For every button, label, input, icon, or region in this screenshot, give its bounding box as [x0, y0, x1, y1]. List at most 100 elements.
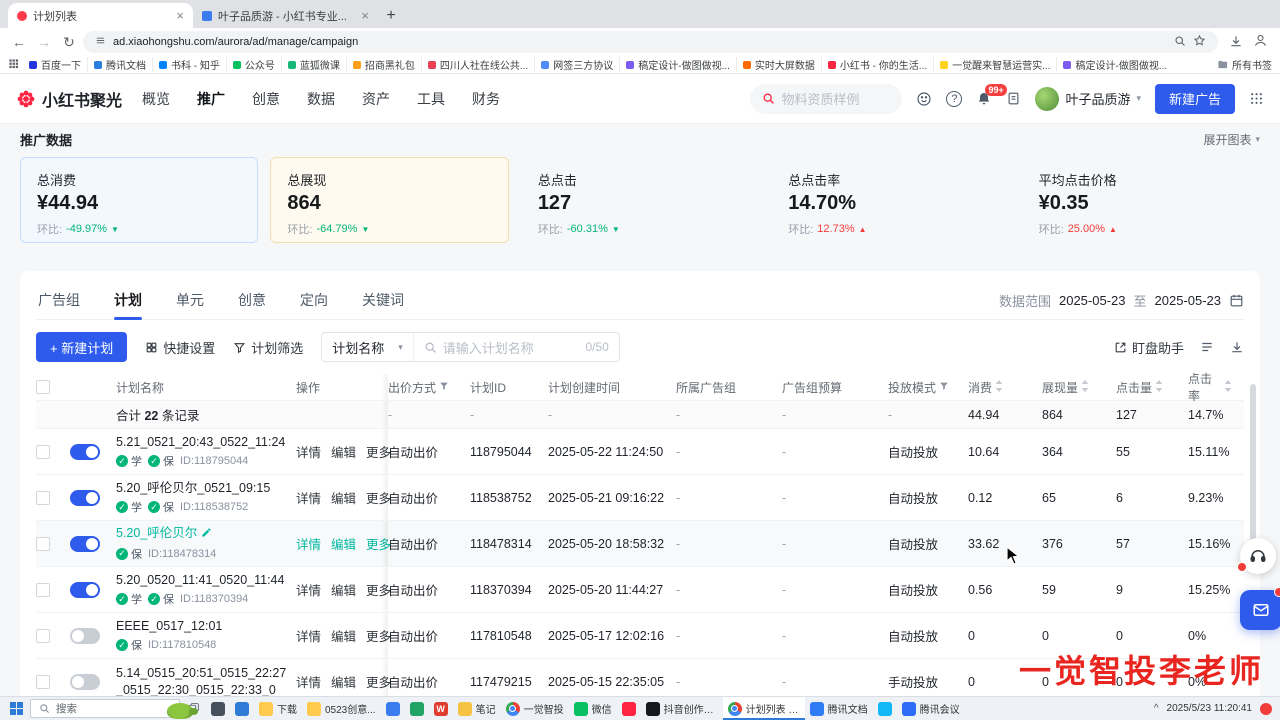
stat-card[interactable]: 总点击127环比:-60.31%▼ — [521, 157, 759, 243]
manage-tab[interactable]: 单元 — [174, 281, 206, 319]
sort-icon[interactable] — [995, 380, 1003, 395]
select-all-checkbox[interactable] — [36, 380, 50, 394]
stat-card[interactable]: 总点击率14.70%环比:12.73%▲ — [771, 157, 1009, 243]
action-link[interactable]: 详情 — [296, 626, 321, 645]
nav-item[interactable]: 数据 — [307, 89, 335, 109]
browser-tab-active[interactable]: 计划列表 × — [8, 3, 193, 28]
refresh-icon[interactable]: ↻ — [58, 34, 80, 51]
filter-icon[interactable] — [939, 380, 949, 394]
action-link[interactable]: 更多 — [366, 442, 391, 461]
taskbar-item[interactable] — [230, 697, 254, 720]
action-link[interactable]: 编辑 — [331, 626, 356, 645]
help-icon[interactable]: ? — [946, 91, 962, 107]
taskbar-item[interactable]: W — [429, 697, 453, 720]
apps-grid-icon[interactable] — [8, 58, 19, 72]
tab-close-icon[interactable]: × — [176, 9, 184, 22]
calendar-icon[interactable] — [1229, 293, 1244, 308]
nav-item[interactable]: 创意 — [252, 89, 280, 109]
sort-icon[interactable] — [1081, 380, 1089, 395]
sort-icon[interactable] — [1155, 380, 1163, 395]
download-icon[interactable] — [1230, 340, 1244, 354]
account-menu[interactable]: 叶子品质游 ▾ — [1035, 87, 1141, 111]
apps-menu-icon[interactable] — [1249, 91, 1264, 106]
header-search-input[interactable]: 物料资质样例 — [750, 84, 902, 114]
taskbar-item[interactable]: 腾讯文档 — [805, 697, 873, 720]
start-button[interactable] — [2, 697, 30, 720]
list-view-icon[interactable] — [1200, 340, 1214, 354]
new-plan-button[interactable]: + 新建计划 — [36, 332, 127, 362]
bookmark-item[interactable]: 百度一下 — [23, 57, 87, 72]
taskbar-item[interactable]: 笔记 — [453, 697, 501, 720]
manage-tab[interactable]: 计划 — [112, 281, 144, 319]
new-tab-button[interactable]: + — [378, 3, 404, 28]
browser-tab-inactive[interactable]: 叶子品质游 - 小红书专业... × — [193, 3, 378, 28]
taskbar-item[interactable] — [206, 697, 230, 720]
bookmark-item[interactable]: 公众号 — [226, 57, 281, 72]
taskbar-search[interactable]: 搜索 — [30, 699, 180, 718]
action-link[interactable]: 详情 — [296, 534, 321, 553]
new-ad-button[interactable]: 新建广告 — [1155, 84, 1235, 114]
taskbar-item[interactable]: 抖音创作者... — [641, 697, 723, 720]
address-bar[interactable]: ad.xiaohongshu.com/aurora/ad/manage/camp… — [83, 31, 1218, 53]
row-toggle[interactable] — [70, 628, 100, 644]
tab-close-icon[interactable]: × — [361, 9, 369, 22]
action-link[interactable]: 编辑 — [331, 580, 356, 599]
quick-settings-button[interactable]: 快捷设置 — [145, 338, 215, 357]
row-toggle[interactable] — [70, 674, 100, 690]
bookmark-item[interactable]: 招商黑礼包 — [346, 57, 421, 72]
bookmark-item[interactable]: 网签三方协议 — [534, 57, 619, 72]
manage-tab[interactable]: 创意 — [236, 281, 268, 319]
stat-card[interactable]: 总展现864环比:-64.79%▼ — [270, 157, 508, 243]
bookmark-item[interactable]: 一觉醒来智慧运营实... — [933, 57, 1056, 72]
bookmark-item[interactable]: 实时大屏数据 — [736, 57, 821, 72]
table-scrollbar[interactable] — [1250, 384, 1256, 564]
action-link[interactable]: 详情 — [296, 488, 321, 507]
expand-chart-button[interactable]: 展开图表 ▾ — [1203, 131, 1260, 148]
taskbar-item[interactable]: 0523创意... — [302, 697, 381, 720]
taskbar-item[interactable] — [873, 697, 897, 720]
action-link[interactable]: 编辑 — [331, 672, 356, 691]
all-bookmarks-button[interactable]: 所有书签 — [1217, 57, 1272, 72]
action-link[interactable]: 详情 — [296, 580, 321, 599]
back-icon[interactable]: ← — [8, 34, 30, 50]
bookmark-item[interactable]: 四川人社在线公共... — [421, 57, 534, 72]
monitor-assistant-button[interactable]: 盯盘助手 — [1114, 338, 1184, 357]
manage-tab[interactable]: 定向 — [298, 281, 330, 319]
taskbar-item[interactable]: 计划列表 - ... — [723, 697, 805, 720]
app-logo[interactable]: 小红书聚光 — [16, 87, 122, 111]
taskbar-clock[interactable]: 2025/5/23 11:20:41 — [1167, 703, 1252, 714]
nav-item[interactable]: 推广 — [197, 89, 225, 109]
stat-card[interactable]: 平均点击价格¥0.35环比:25.00%▲ — [1022, 157, 1260, 243]
nav-item[interactable]: 资产 — [362, 89, 390, 109]
nav-item[interactable]: 工具 — [417, 89, 445, 109]
plan-search-input[interactable]: 请输入计划名称 0/50 — [414, 338, 619, 357]
row-checkbox[interactable] — [36, 445, 50, 459]
nav-item[interactable]: 财务 — [472, 89, 500, 109]
bookmark-item[interactable]: 蓝狐微课 — [281, 57, 346, 72]
message-center-button[interactable] — [1240, 590, 1280, 630]
profile-icon[interactable] — [1253, 33, 1268, 51]
action-link[interactable]: 编辑 — [331, 534, 356, 553]
row-checkbox[interactable] — [36, 629, 50, 643]
taskbar-item[interactable]: 微信 — [569, 697, 617, 720]
manage-tab[interactable]: 广告组 — [36, 281, 82, 319]
row-checkbox[interactable] — [36, 675, 50, 689]
sort-icon[interactable] — [1224, 380, 1232, 395]
row-checkbox[interactable] — [36, 491, 50, 505]
bookmark-star-icon[interactable] — [1193, 34, 1206, 50]
emoji-icon[interactable] — [916, 91, 932, 107]
action-link[interactable]: 更多 — [366, 488, 391, 507]
report-icon[interactable] — [1006, 91, 1021, 106]
stat-card[interactable]: 总消费¥44.94环比:-49.97%▼ — [20, 157, 258, 243]
row-checkbox[interactable] — [36, 583, 50, 597]
date-range-picker[interactable]: 数据范围 2025-05-23 至 2025-05-23 — [999, 291, 1244, 310]
action-link[interactable]: 详情 — [296, 442, 321, 461]
downloads-icon[interactable] — [1229, 34, 1243, 51]
taskbar-item[interactable] — [381, 697, 405, 720]
site-info-icon[interactable] — [95, 35, 106, 49]
taskbar-item[interactable]: 下载 — [254, 697, 302, 720]
forward-icon[interactable]: → — [33, 34, 55, 50]
bookmark-item[interactable]: 小红书 - 你的生活... — [821, 57, 933, 72]
tray-notification-badge[interactable] — [1260, 703, 1272, 715]
action-link[interactable]: 更多 — [366, 534, 391, 553]
